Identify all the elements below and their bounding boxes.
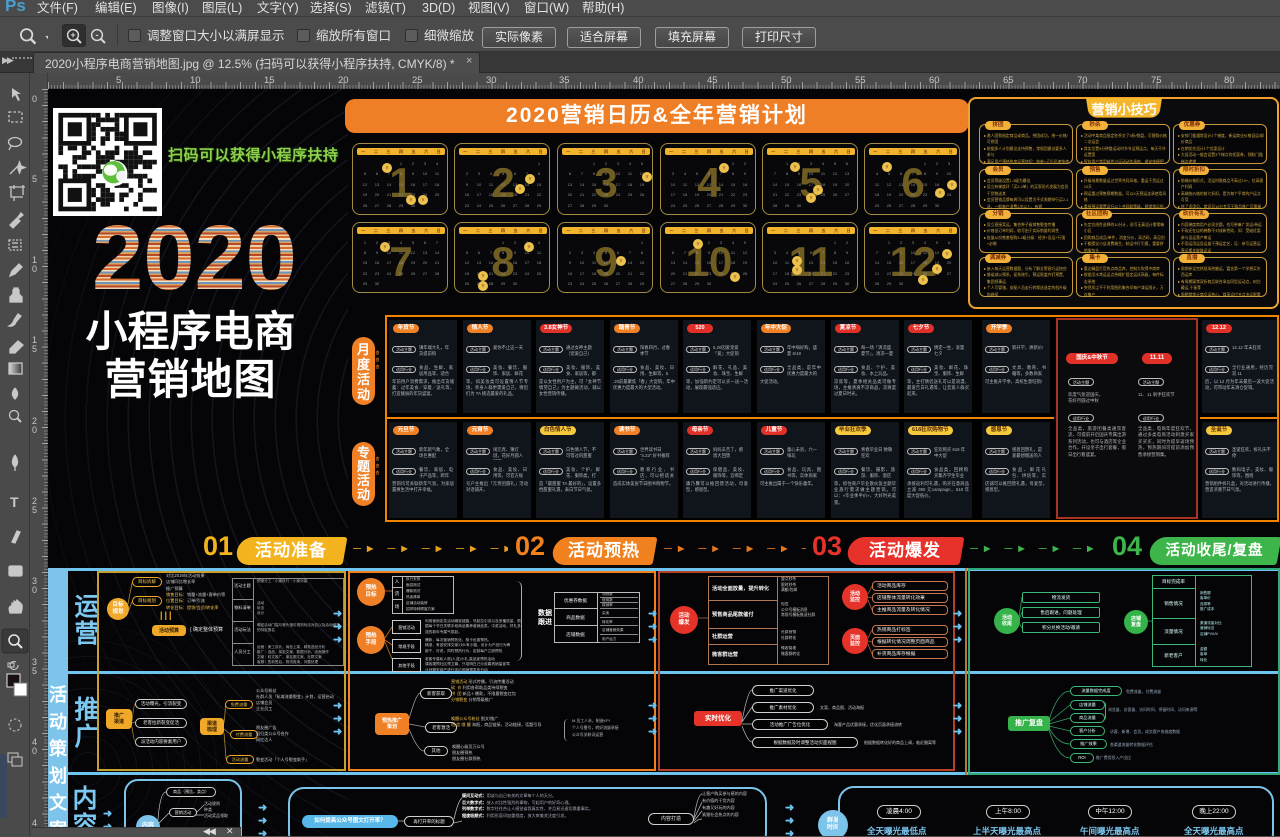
svg-text:+: + [70,30,76,41]
svg-text:T: T [10,494,19,510]
svg-text:-: - [95,30,98,41]
